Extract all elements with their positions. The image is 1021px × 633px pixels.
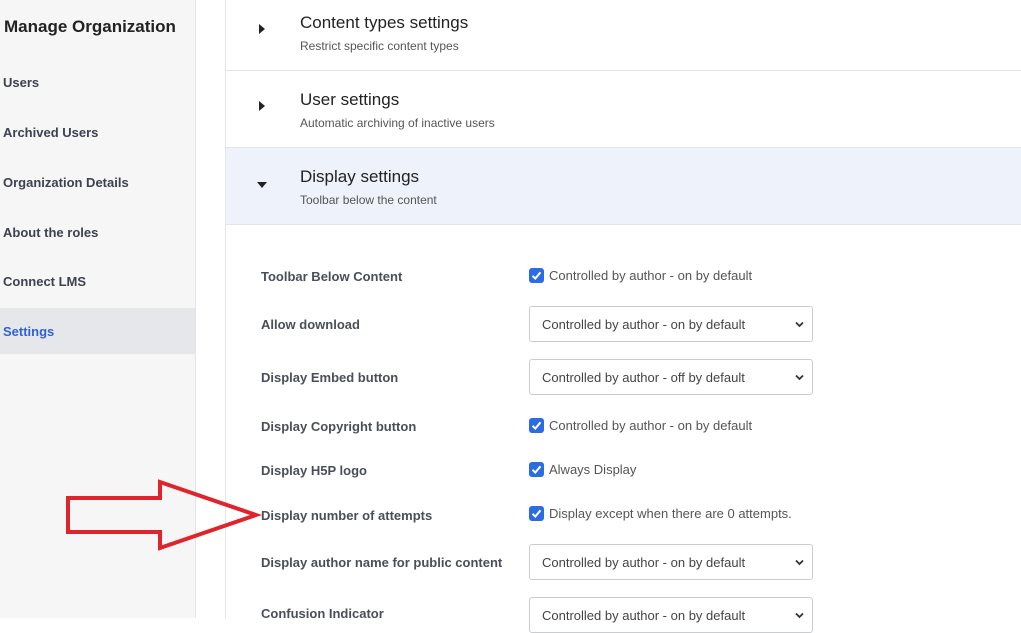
sidebar-item-label: Connect LMS [3,273,87,289]
setting-label: Display H5P logo [261,463,367,478]
setting-label: Allow download [261,317,360,332]
setting-label: Display Embed button [261,370,399,385]
display-embed-button-select[interactable]: Controlled by author - off by default [529,359,813,395]
sidebar-item-label: Users [3,74,40,90]
checkbox-label: Always Display [549,462,637,477]
select-value: Controlled by author - off by default [542,369,745,385]
sidebar-item-label: Settings [3,323,55,339]
setting-label: Display author name for public content [261,555,503,570]
display-author-name-select[interactable]: Controlled by author - on by default [529,544,813,580]
select-value: Controlled by author - on by default [542,607,746,623]
section-subtitle: Automatic archiving of inactive users [300,116,495,130]
chevron-down-icon [795,374,804,381]
caret-right-icon [259,101,265,111]
display-h5p-logo-checkbox[interactable]: Always Display [529,462,636,477]
checkmark-icon [529,462,544,477]
select-value: Controlled by author - on by default [542,554,746,570]
toolbar-below-content-checkbox[interactable]: Controlled by author - on by default [529,268,752,283]
confusion-indicator-select[interactable]: Controlled by author - on by default [529,597,813,633]
sidebar-item-label: About the roles [3,224,99,240]
checkbox-label: Display except when there are 0 attempts… [549,506,792,521]
section-title: User settings [300,90,400,109]
section-title: Content types settings [300,13,469,32]
sidebar-item-archived-users[interactable]: Archived Users [0,109,195,155]
section-user-settings[interactable]: User settings Automatic archiving of ina… [226,71,1021,148]
select-value: Controlled by author - on by default [542,316,746,332]
section-subtitle: Restrict specific content types [300,39,459,53]
section-content-types-settings[interactable]: Content types settings Restrict specific… [226,0,1021,71]
caret-right-icon [259,24,265,34]
section-subtitle: Toolbar below the content [300,193,437,207]
chevron-down-icon [795,321,804,328]
setting-label: Display number of attempts [261,508,433,523]
chevron-down-icon [795,559,804,566]
chevron-down-icon [795,612,804,619]
allow-download-select[interactable]: Controlled by author - on by default [529,306,813,342]
checkbox-label: Controlled by author - on by default [549,268,753,283]
checkmark-icon [529,506,544,521]
sidebar-item-label: Archived Users [3,124,99,140]
sidebar-item-about-roles[interactable]: About the roles [0,209,195,255]
checkbox-label: Controlled by author - on by default [549,418,753,433]
checkmark-icon [529,418,544,433]
caret-down-icon [257,182,267,188]
settings-panel: Content types settings Restrict specific… [225,0,1021,633]
sidebar-item-organization-details[interactable]: Organization Details [0,159,195,205]
sidebar-item-users[interactable]: Users [0,59,195,105]
sidebar-item-label: Organization Details [3,174,129,190]
display-number-of-attempts-checkbox[interactable]: Display except when there are 0 attempts… [529,506,792,521]
setting-label: Display Copyright button [261,419,417,434]
sidebar: Manage Organization Users Archived Users… [0,0,196,618]
sidebar-item-connect-lms[interactable]: Connect LMS [0,258,195,304]
checkmark-icon [529,268,544,283]
setting-label: Toolbar Below Content [261,269,403,284]
section-display-settings[interactable]: Display settings Toolbar below the conte… [226,148,1021,225]
sidebar-title: Manage Organization [4,17,176,36]
setting-label: Confusion Indicator [261,606,384,621]
section-title: Display settings [300,167,420,186]
sidebar-item-settings[interactable]: Settings [0,308,195,354]
display-copyright-button-checkbox[interactable]: Controlled by author - on by default [529,418,752,433]
